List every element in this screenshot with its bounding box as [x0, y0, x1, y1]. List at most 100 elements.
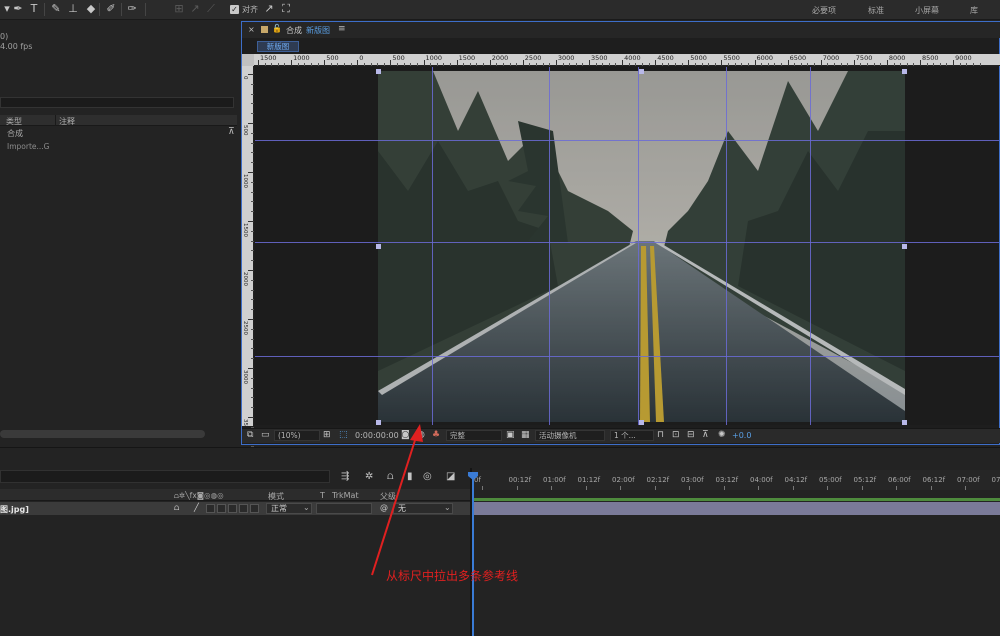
shy-switch-icon[interactable]: ⩍: [174, 503, 179, 513]
snap-checkbox[interactable]: ✓: [230, 5, 239, 14]
switch-box[interactable]: [239, 504, 248, 513]
snap-label: 对齐: [242, 5, 258, 14]
snap-feature-icon[interactable]: ⛶: [279, 2, 293, 16]
puppet-tool-icon[interactable]: ✑: [125, 2, 139, 16]
vertical-guide[interactable]: [432, 67, 433, 425]
zoom-dropdown[interactable]: (10%): [274, 430, 320, 441]
workspace-essentials[interactable]: 必要项: [812, 5, 836, 16]
workspace-library[interactable]: 库: [970, 5, 978, 16]
transform-handle[interactable]: [902, 69, 907, 74]
ruler-minor-tick: [251, 211, 254, 213]
quality-switch-icon[interactable]: ╱: [194, 503, 199, 512]
resolution-dropdown[interactable]: 完整: [446, 430, 502, 441]
ruler-minor-tick: [463, 63, 465, 66]
lock-icon[interactable]: 🔓: [272, 24, 282, 33]
transform-handle[interactable]: [639, 420, 644, 425]
flowchart-icon[interactable]: ⊼: [702, 430, 709, 440]
exposure-icon[interactable]: ✺: [718, 430, 726, 440]
camera-dropdown[interactable]: 活动摄像机: [535, 430, 605, 441]
vertical-ruler[interactable]: 0 500 1000 1500 2000 2500 3000 3500: [242, 66, 254, 458]
ruler-label: 1000: [242, 174, 248, 188]
transform-handle[interactable]: [376, 244, 381, 249]
composition-tab-name[interactable]: 新版图: [306, 25, 330, 36]
layer-duration-bar[interactable]: [472, 502, 1000, 515]
transform-handle[interactable]: [639, 69, 644, 74]
switch-box[interactable]: [206, 504, 215, 513]
column-comment[interactable]: 注释: [59, 116, 75, 127]
layer-name[interactable]: 图.jpg]: [0, 504, 29, 515]
flowchart-icon[interactable]: ⊼: [228, 127, 235, 137]
column-trkmat[interactable]: TrkMat: [332, 491, 359, 500]
ruler-minor-tick: [284, 63, 286, 66]
views-dropdown[interactable]: 1 个...: [610, 430, 654, 441]
project-search-input[interactable]: [0, 97, 234, 108]
region-of-interest-icon[interactable]: ▣: [506, 430, 515, 440]
column-t[interactable]: T: [320, 491, 325, 500]
ruler-tick: [886, 60, 888, 66]
ruler-minor-tick: [767, 63, 769, 66]
toggle-pixel-aspect-icon[interactable]: ⊓: [657, 430, 664, 440]
workspace-standard[interactable]: 标准: [868, 5, 884, 16]
transparency-grid-icon[interactable]: ▦: [521, 430, 530, 440]
transform-handle[interactable]: [376, 69, 381, 74]
vertical-guide[interactable]: [726, 67, 727, 425]
ruler-minor-tick: [251, 191, 254, 193]
fast-preview-icon[interactable]: ⊡: [672, 430, 680, 440]
ruler-minor-tick: [893, 63, 895, 66]
transform-handle[interactable]: [902, 420, 907, 425]
time-label: 06:00f: [888, 476, 911, 484]
project-item[interactable]: Importe...G: [7, 142, 49, 151]
ruler-origin[interactable]: [242, 54, 254, 66]
column-type[interactable]: 类型: [6, 116, 22, 127]
vertical-guide[interactable]: [810, 67, 811, 425]
project-scrollbar[interactable]: [0, 430, 205, 438]
vertical-guide[interactable]: [549, 67, 550, 425]
mask-visibility-icon[interactable]: ⬚: [339, 430, 348, 440]
work-area-bar[interactable]: [472, 498, 1000, 501]
eraser-tool-icon[interactable]: ◆: [84, 2, 98, 16]
axis-mode-icon[interactable]: ⊞: [172, 2, 186, 16]
switch-box[interactable]: [217, 504, 226, 513]
time-label: 00:12f: [508, 476, 532, 484]
ruler-minor-tick: [350, 63, 352, 66]
timeline-search-input[interactable]: [0, 470, 330, 483]
ruler-minor-tick: [575, 63, 577, 66]
project-item[interactable]: 合成: [7, 128, 23, 139]
composition-subtab[interactable]: 新版图: [257, 41, 299, 52]
always-preview-icon[interactable]: ⧉: [247, 430, 253, 440]
horizontal-ruler[interactable]: 1500 1000 500 0 500 1000 1500 2000 2500 3000 3500 4…: [242, 54, 1000, 66]
exposure-value[interactable]: +0.0: [732, 431, 751, 440]
horizontal-guide[interactable]: [255, 242, 999, 243]
ruler-tick: [357, 60, 359, 66]
brush-tool-icon[interactable]: ✎: [49, 2, 63, 16]
stamp-tool-icon[interactable]: ⊥: [66, 2, 80, 16]
monitor-icon[interactable]: ▭: [261, 430, 270, 440]
horizontal-guide[interactable]: [255, 356, 999, 357]
world-axis-icon[interactable]: ↗: [188, 2, 202, 16]
view-axis-icon[interactable]: ⟋: [204, 2, 218, 16]
timeline-icon[interactable]: ⊟: [687, 430, 695, 440]
color-channels-icon[interactable]: ♣: [432, 430, 440, 440]
roto-brush-tool-icon[interactable]: ✐: [104, 2, 118, 16]
graph-editor-icon[interactable]: ◪: [446, 471, 455, 482]
text-tool-icon[interactable]: T: [27, 2, 41, 16]
switch-box[interactable]: [228, 504, 237, 513]
playhead[interactable]: [472, 475, 474, 636]
ruler-minor-tick: [681, 63, 683, 66]
pen-tool-icon[interactable]: ✒: [11, 2, 25, 16]
ruler-label: 7000: [822, 54, 840, 62]
workspace-small-screen[interactable]: 小屏幕: [915, 5, 939, 16]
transform-handle[interactable]: [902, 244, 907, 249]
close-icon[interactable]: ×: [248, 25, 255, 34]
column-divider[interactable]: [55, 115, 56, 126]
switch-box[interactable]: [250, 504, 259, 513]
panel-menu-icon[interactable]: ≡: [338, 24, 346, 34]
vertical-guide[interactable]: [638, 67, 639, 425]
comp-mini-flowchart-icon[interactable]: ⇶: [341, 471, 349, 482]
column-mode[interactable]: 模式: [268, 491, 284, 502]
grid-guide-icon[interactable]: ⊞: [323, 430, 331, 440]
ruler-minor-tick: [397, 63, 399, 66]
horizontal-guide[interactable]: [255, 140, 999, 141]
snap-edge-icon[interactable]: ↗: [262, 2, 276, 16]
ruler-minor-tick: [483, 63, 485, 66]
